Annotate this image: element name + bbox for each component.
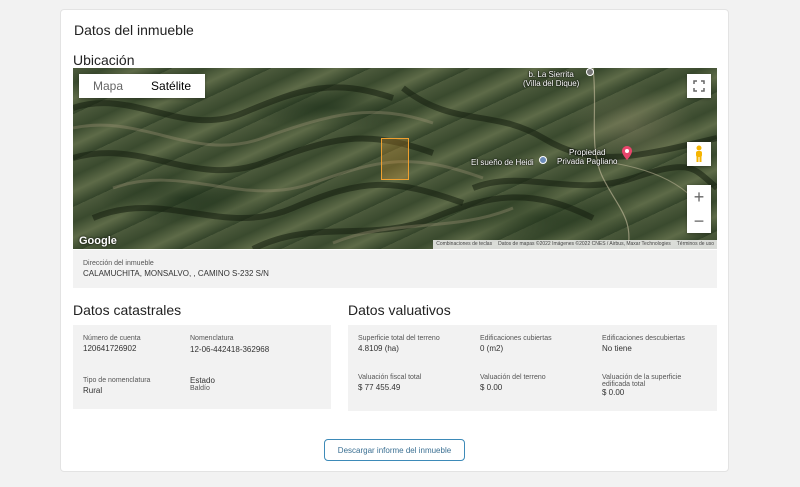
map-label-pagliano: Propiedad Privada Pagliano <box>557 148 618 166</box>
minus-icon: − <box>693 211 705 231</box>
valuation-title: Datos valuativos <box>348 302 451 318</box>
map-type-control: Mapa Satélite <box>79 74 206 98</box>
keyboard-shortcuts-link[interactable]: Combinaciones de teclas <box>436 240 492 249</box>
google-logo: Google <box>79 235 117 247</box>
poi-marker <box>586 68 594 76</box>
covered-field: Edificaciones cubiertas 0 (m2) <box>480 335 552 353</box>
nomenclature-type-value: Rural <box>83 386 103 395</box>
parcel-outline[interactable] <box>381 138 409 180</box>
nomenclature-field: Nomenclatura 12-06-442418-362968 <box>190 335 269 354</box>
built-field: Valuación de la superficie edificada tot… <box>602 374 681 397</box>
uncovered-value: No tiene <box>602 344 632 353</box>
address-value: CALAMUCHITA, MONSALVO, , CAMINO S-232 S/… <box>83 269 269 278</box>
nomenclature-label: Nomenclatura <box>190 335 234 342</box>
cadastral-title: Datos catastrales <box>73 302 182 318</box>
covered-value: 0 (m2) <box>480 344 504 353</box>
plus-icon: + <box>693 187 705 207</box>
poi-marker <box>539 156 547 164</box>
map-attribution: Combinaciones de teclas Datos de mapas ©… <box>433 240 717 249</box>
fullscreen-button[interactable] <box>687 74 711 98</box>
uncovered-field: Edificaciones descubiertas No tiene <box>602 335 685 353</box>
zoom-in-button[interactable]: + <box>687 185 711 209</box>
map-type-map[interactable]: Mapa <box>79 74 137 98</box>
pin-icon[interactable] <box>622 146 632 160</box>
map-data-text: Datos de mapas ©2022 Imágenes ©2022 CNES… <box>498 241 671 247</box>
nomenclature-value: 12-06-442418-362968 <box>190 345 270 354</box>
state-field: Estado Baldío <box>190 376 215 394</box>
download-report-button[interactable]: Descargar informe del inmueble <box>324 439 465 461</box>
location-title: Ubicación <box>73 52 135 68</box>
address-box: Dirección del inmueble CALAMUCHITA, MONS… <box>73 250 717 288</box>
account-field: Número de cuenta 120641726902 <box>83 335 141 353</box>
map-label-heidi: El sueño de Heidi <box>471 158 534 167</box>
nomenclature-type-label: Tipo de nomenclatura <box>83 377 151 384</box>
uncovered-label: Edificaciones descubiertas <box>602 335 685 342</box>
account-value: 120641726902 <box>83 344 137 353</box>
fiscal-field: Valuación fiscal total $ 77 455.49 <box>358 374 421 392</box>
fiscal-value: $ 77 455.49 <box>358 383 401 392</box>
map-label-dique: b. La Sierrita (Villa del Dique) <box>523 70 580 88</box>
land-value-value: $ 0.00 <box>480 383 503 392</box>
valuation-box: Superficie total del terreno 4.8109 (ha)… <box>348 325 717 411</box>
cadastral-box: Número de cuenta 120641726902 Nomenclatu… <box>73 325 331 409</box>
land-value-label: Valuación del terreno <box>480 374 546 381</box>
nomenclature-type-field: Tipo de nomenclatura Rural <box>83 377 150 395</box>
built-label: Valuación de la superficie edificada tot… <box>602 374 682 388</box>
covered-label: Edificaciones cubiertas <box>480 335 552 342</box>
zoom-out-button[interactable]: − <box>687 209 711 233</box>
state-label: Estado <box>190 376 215 385</box>
pegman-icon <box>696 145 702 162</box>
map-type-satellite[interactable]: Satélite <box>137 74 205 98</box>
land-area-label: Superficie total del terreno <box>358 335 440 342</box>
address-label: Dirección del inmueble <box>83 260 154 267</box>
satellite-map[interactable]: Mapa Satélite + − b. La Sierrita (Villa … <box>73 68 717 249</box>
land-area-field: Superficie total del terreno 4.8109 (ha) <box>358 335 440 353</box>
account-label: Número de cuenta <box>83 335 141 342</box>
street-view-button[interactable] <box>687 142 711 166</box>
terms-link[interactable]: Términos de uso <box>677 240 714 249</box>
fiscal-label: Valuación fiscal total <box>358 374 422 381</box>
card-title: Datos del inmueble <box>74 22 194 38</box>
built-value: $ 0.00 <box>602 388 625 397</box>
land-value-field: Valuación del terreno $ 0.00 <box>480 374 546 392</box>
land-area-value: 4.8109 (ha) <box>358 344 399 353</box>
zoom-control: + − <box>687 185 711 233</box>
property-card: Datos del inmueble Ubicación Mapa Satéli… <box>60 9 729 472</box>
fullscreen-icon <box>693 80 705 92</box>
state-value: Baldío <box>190 385 210 392</box>
